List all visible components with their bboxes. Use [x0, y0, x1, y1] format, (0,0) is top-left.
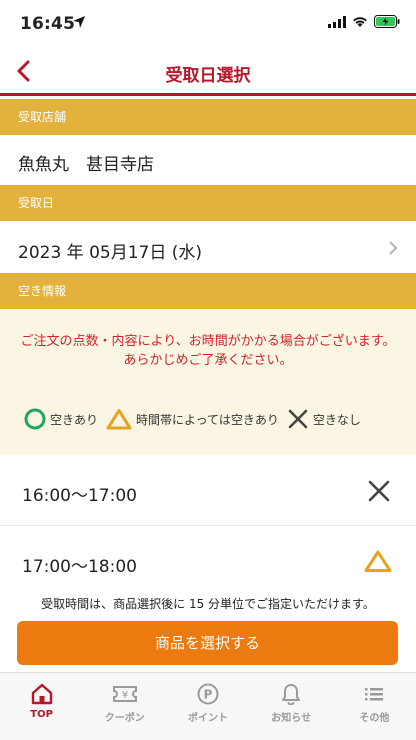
- availability-notice: ご注文の点数・内容により、お時間がかかる場合がございます。 あらかじめご了承くだ…: [0, 310, 416, 455]
- pickup-footnote: 受取時間は、商品選択後に 15 分単位でご指定いただけます。: [41, 597, 375, 611]
- nav-header: 受取日選択: [0, 48, 416, 96]
- tab-top[interactable]: TOP: [0, 673, 83, 740]
- tab-other[interactable]: その他: [333, 673, 416, 740]
- store-row: 魚魚丸 甚目寺店: [0, 135, 416, 185]
- coupon-icon: ¥: [112, 686, 137, 702]
- tab-label: TOP: [30, 709, 53, 720]
- circle-icon: [24, 408, 46, 430]
- legend-label-partial: 時間帯によっては空きあり: [136, 412, 279, 427]
- svg-text:¥: ¥: [122, 690, 128, 701]
- tab-coupon[interactable]: ¥ クーポン: [83, 673, 166, 740]
- legend-label-none: 空きなし: [312, 412, 361, 427]
- availability-section-header: 空き情報: [0, 273, 416, 309]
- tab-news[interactable]: お知らせ: [250, 673, 333, 740]
- notice-message: ご注文の点数・内容により、お時間がかかる場合がございます。 あらかじめご了承くだ…: [20, 332, 396, 370]
- tab-label: その他: [359, 713, 390, 724]
- date-section-header: 受取日: [0, 185, 416, 221]
- point-icon: P: [197, 683, 219, 705]
- date-value: 2023 年 05月17日 (水): [18, 243, 203, 263]
- legend-available: 空きあり: [24, 408, 98, 430]
- bell-icon: [282, 684, 301, 705]
- legend-none: 空きなし: [287, 408, 361, 430]
- date-selector[interactable]: 2023 年 05月17日 (水): [0, 221, 416, 273]
- tab-label: お知らせ: [271, 713, 312, 724]
- home-icon: [31, 683, 52, 705]
- cross-icon: [288, 409, 308, 429]
- signal-icon: [328, 15, 346, 28]
- legend-partial: 時間帯によっては空きあり: [106, 408, 279, 430]
- battery-icon: [374, 15, 400, 28]
- status-time: 16:45: [20, 14, 76, 34]
- slot-time: 17:00～18:00: [22, 557, 137, 577]
- svg-text:P: P: [204, 688, 213, 702]
- triangle-icon: [364, 550, 392, 572]
- location-icon: [73, 16, 85, 28]
- store-name: 魚魚丸 甚目寺店: [18, 155, 154, 175]
- menu-icon: [365, 688, 384, 701]
- cross-icon: [368, 480, 390, 502]
- triangle-icon: [106, 409, 132, 430]
- chevron-right-icon: [389, 241, 397, 255]
- tab-label: クーポン: [104, 713, 145, 724]
- status-bar: 16:45: [0, 0, 416, 48]
- notice-line-1: ご注文の点数・内容により、お時間がかかる場合がございます。: [20, 334, 396, 349]
- slot-time: 16:00～17:00: [22, 486, 137, 506]
- store-section-header: 受取店舗: [0, 99, 416, 135]
- page-title: 受取日選択: [165, 66, 251, 86]
- bottom-tab-bar: TOP ¥ クーポン P ポイント お知らせ その他: [0, 672, 416, 740]
- notice-line-2: あらかじめご了承ください。: [123, 353, 293, 368]
- legend-label-available: 空きあり: [50, 412, 99, 427]
- tab-label: ポイント: [188, 713, 228, 724]
- time-slot[interactable]: 17:00～18:00: [0, 527, 416, 593]
- availability-legend: 空きあり 時間帯によっては空きあり 空きなし: [24, 408, 400, 430]
- wifi-icon: [353, 16, 367, 27]
- select-products-button[interactable]: 商品を選択する: [17, 621, 398, 665]
- time-slot[interactable]: 16:00～17:00: [0, 456, 416, 526]
- tab-point[interactable]: P ポイント: [166, 673, 249, 740]
